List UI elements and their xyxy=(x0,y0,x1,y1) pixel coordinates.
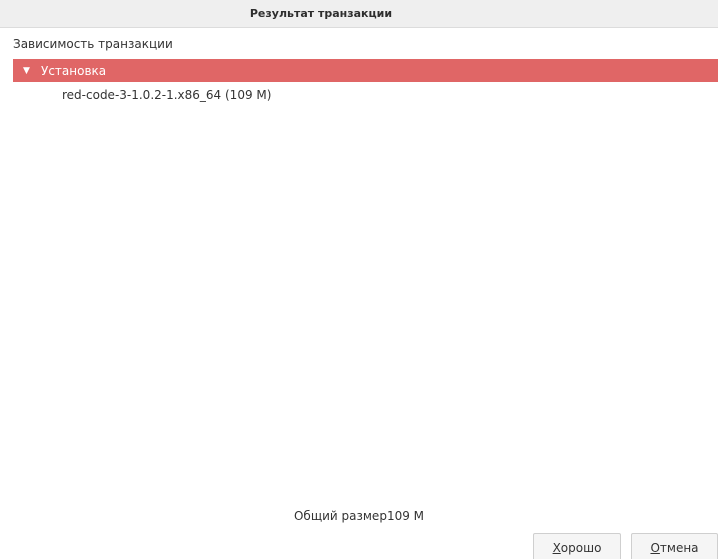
total-size-value: 109 M xyxy=(386,509,425,523)
tree-group-install[interactable]: ▼ Установка xyxy=(13,59,718,82)
cancel-button[interactable]: Отмена xyxy=(631,533,718,559)
total-size: Общий размер109 M xyxy=(0,509,718,523)
ok-button-label: орошо xyxy=(560,541,602,555)
transaction-result-dialog: Результат транзакции Зависимость транзак… xyxy=(0,0,718,559)
cancel-button-label: тмена xyxy=(659,541,699,555)
title-bar[interactable]: Результат транзакции xyxy=(0,0,718,28)
triangle-down-icon[interactable]: ▼ xyxy=(23,66,33,76)
window-title: Результат транзакции xyxy=(249,7,393,20)
cancel-button-mnemonic: О xyxy=(650,541,660,555)
total-size-label: Общий размер xyxy=(293,509,387,523)
tree-group-label: Установка xyxy=(41,63,107,78)
tree-item-package[interactable]: red-code-3-1.0.2-1.x86_64 (109 M) xyxy=(62,88,271,102)
dependency-tree[interactable]: ▼ Установка red-code-3-1.0.2-1.x86_64 (1… xyxy=(13,59,718,499)
ok-button-mnemonic: Х xyxy=(552,541,561,555)
dependencies-label: Зависимость транзакции xyxy=(13,37,173,51)
ok-button[interactable]: Хорошо xyxy=(533,533,621,559)
